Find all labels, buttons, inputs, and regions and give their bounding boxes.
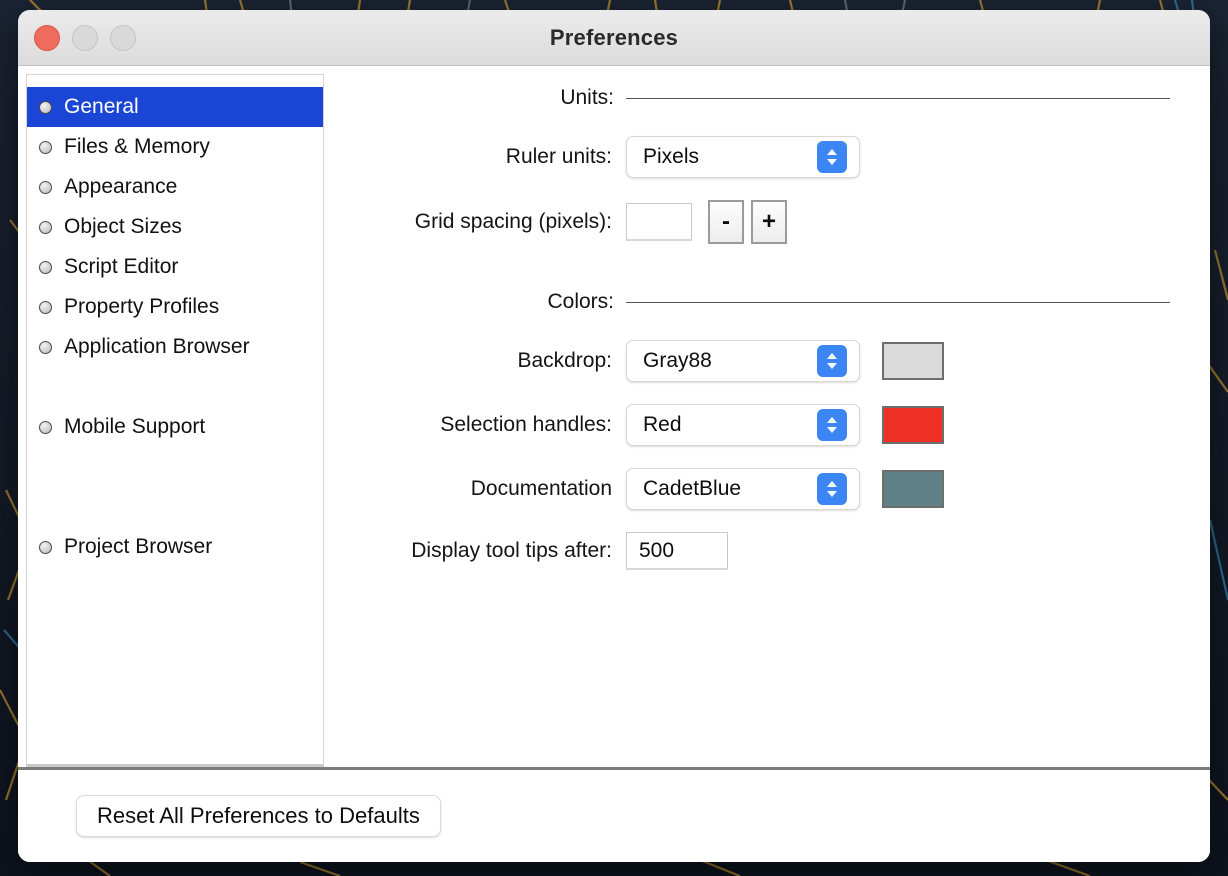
bullet-icon (39, 100, 52, 114)
grid-spacing-stepper: - + (708, 200, 787, 244)
reset-all-preferences-button[interactable]: Reset All Preferences to Defaults (76, 795, 441, 837)
sidebar-item-property-profiles[interactable]: Property Profiles (27, 287, 323, 327)
settings-panel: Units: Ruler units: Pixels Grid spacing (324, 74, 1210, 767)
tooltip-delay-label: Display tool tips after: (411, 539, 612, 562)
grid-spacing-row: Grid spacing (pixels): - + (336, 200, 1170, 244)
backdrop-color-swatch[interactable] (882, 342, 944, 380)
bullet-icon (39, 140, 52, 154)
sidebar-item-label: Script Editor (64, 255, 179, 278)
backdrop-dropdown[interactable]: Gray88 (626, 340, 860, 382)
sidebar-item-label: Application Browser (64, 335, 250, 358)
window-body: General Files & Memory Appearance Object… (18, 66, 1210, 767)
colors-section-rule (626, 301, 1170, 303)
sidebar-item-label: Project Browser (64, 535, 213, 558)
grid-spacing-increment-button[interactable]: + (751, 200, 787, 244)
bullet-icon (39, 420, 52, 434)
documentation-label: Documentation (470, 477, 612, 500)
sidebar-container: General Files & Memory Appearance Object… (18, 74, 324, 767)
selection-handles-row: Selection handles: Red (336, 404, 1170, 446)
selection-handles-label: Selection handles: (440, 413, 612, 436)
sidebar-item-label: Files & Memory (64, 135, 210, 158)
selection-handles-dropdown[interactable]: Red (626, 404, 860, 446)
bullet-icon (39, 540, 52, 554)
grid-spacing-label: Grid spacing (pixels): (414, 210, 612, 233)
window-footer: Reset All Preferences to Defaults (18, 770, 1210, 862)
chevron-updown-icon (817, 345, 847, 377)
window-titlebar: Preferences (18, 10, 1210, 66)
grid-spacing-decrement-button[interactable]: - (708, 200, 744, 244)
close-button[interactable] (34, 24, 60, 51)
documentation-color-swatch[interactable] (882, 470, 944, 508)
sidebar-item-label: General (64, 95, 139, 118)
units-section-header: Units: (336, 86, 1170, 110)
sidebar-item-label: Appearance (64, 175, 178, 198)
sidebar-item-application-browser[interactable]: Application Browser (27, 327, 323, 367)
sidebar-item-label: Mobile Support (64, 415, 206, 438)
sidebar-item-label: Object Sizes (64, 215, 182, 238)
colors-section-label: Colors: (547, 290, 614, 313)
sidebar-item-script-editor[interactable]: Script Editor (27, 247, 323, 287)
sidebar-item-mobile-support[interactable]: Mobile Support (27, 407, 323, 447)
sidebar-item-project-browser[interactable]: Project Browser (27, 527, 323, 567)
backdrop-value: Gray88 (643, 349, 712, 372)
tooltip-delay-row: Display tool tips after: 500 (336, 532, 1170, 570)
ruler-units-dropdown[interactable]: Pixels (626, 136, 860, 178)
backdrop-row: Backdrop: Gray88 (336, 340, 1170, 382)
preferences-window: Preferences General Files & Memory Appea… (18, 10, 1210, 862)
chevron-updown-icon (817, 409, 847, 441)
chevron-updown-icon (817, 473, 847, 505)
documentation-dropdown[interactable]: CadetBlue (626, 468, 860, 510)
backdrop-label: Backdrop: (517, 349, 612, 372)
minimize-button[interactable] (72, 24, 98, 51)
bullet-icon (39, 300, 52, 314)
bullet-icon (39, 220, 52, 234)
sidebar-item-files-memory[interactable]: Files & Memory (27, 127, 323, 167)
bullet-icon (39, 340, 52, 354)
grid-spacing-input[interactable] (626, 203, 692, 241)
bullet-icon (39, 180, 52, 194)
chevron-updown-icon (817, 141, 847, 173)
selection-handles-value: Red (643, 413, 682, 436)
colors-section-header: Colors: (336, 290, 1170, 314)
sidebar-item-label: Property Profiles (64, 295, 220, 318)
bullet-icon (39, 260, 52, 274)
documentation-row: Documentation CadetBlue (336, 468, 1170, 510)
ruler-units-row: Ruler units: Pixels (336, 136, 1170, 178)
documentation-value: CadetBlue (643, 477, 742, 500)
sidebar-item-appearance[interactable]: Appearance (27, 167, 323, 207)
window-title: Preferences (549, 24, 679, 50)
selection-handles-color-swatch[interactable] (882, 406, 944, 444)
window-controls (34, 24, 136, 51)
tooltip-delay-input[interactable]: 500 (626, 532, 728, 570)
units-section-label: Units: (560, 86, 614, 109)
maximize-button[interactable] (110, 24, 136, 51)
ruler-units-value: Pixels (643, 145, 700, 168)
sidebar-item-object-sizes[interactable]: Object Sizes (27, 207, 323, 247)
units-section-rule (626, 97, 1170, 99)
sidebar-list[interactable]: General Files & Memory Appearance Object… (26, 74, 324, 767)
sidebar-item-general[interactable]: General (27, 87, 323, 127)
ruler-units-label: Ruler units: (505, 145, 612, 168)
